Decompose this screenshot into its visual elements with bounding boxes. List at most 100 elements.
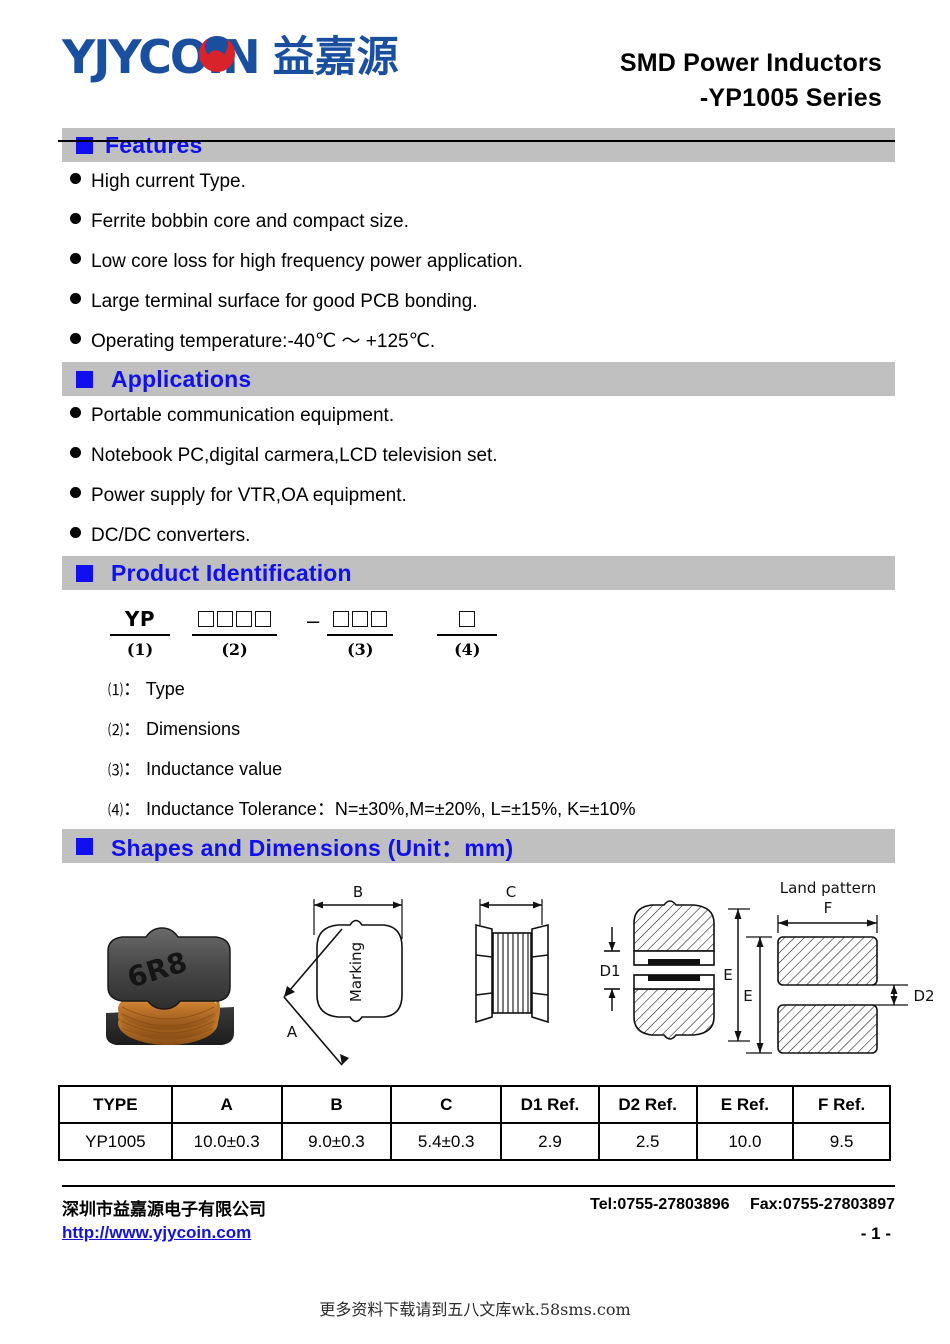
list-item: Portable communication equipment. [0, 396, 950, 436]
bottom-view-drawing: D1 E [599, 900, 750, 1042]
product-identification-heading: Product Identification [111, 559, 352, 586]
list-item: Large terminal surface for good PCB bond… [0, 282, 950, 322]
pid-group-1-slots: YP [110, 606, 170, 636]
column-header-type: TYPE [58, 1085, 173, 1124]
section-header-shapes-dimensions: Shapes and Dimensions (Unit：mm) [62, 829, 895, 863]
table-row: YP1005 10.0±0.3 9.0±0.3 5.4±0.3 2.9 2.5 … [58, 1122, 891, 1161]
shapes-dimensions-heading: Shapes and Dimensions (Unit：mm) [111, 835, 514, 861]
dimension-label-c: C [506, 883, 516, 901]
bullet-dot-icon [70, 527, 81, 538]
table-header-row: TYPE A B C D1 Ref. D2 Ref. E Ref. F Ref. [58, 1085, 891, 1124]
pid-type-code: YP [124, 606, 156, 631]
legend-index: ⑴ [108, 681, 124, 699]
application-text: DC/DC converters. [91, 525, 251, 546]
cell-f: 9.5 [792, 1122, 891, 1161]
legend-text: Type [145, 679, 185, 699]
feature-text: Ferrite bobbin core and compact size. [91, 211, 409, 232]
bullet-dot-icon [70, 173, 81, 184]
column-header-c: C [390, 1085, 503, 1124]
bullet-dot-icon [70, 487, 81, 498]
page-title: SMD Power Inductors -YP1005 Series [620, 46, 882, 116]
legend-index: ⑷ [108, 801, 124, 819]
feature-text: Low core loss for high frequency power a… [91, 251, 523, 272]
cell-d2: 2.5 [597, 1122, 698, 1161]
application-text: Power supply for VTR,OA equipment. [91, 485, 407, 506]
logo-wordmark: YJYCOIN [62, 34, 261, 80]
page-footer: 深圳市益嘉源电子有限公司 http://www.yjycoin.com Tel:… [62, 1195, 895, 1255]
dimension-label-a: A [287, 1023, 298, 1041]
legend-row: ⑷： Inductance Tolerance：N=±30%,M=±20%, L… [108, 789, 950, 829]
title-line-1: SMD Power Inductors [619, 49, 882, 77]
logo-swirl-icon [199, 36, 235, 72]
legend-index: ⑵ [108, 721, 124, 739]
pid-group-1: YP (1) [110, 606, 170, 659]
pid-box-icon [236, 610, 252, 627]
column-header-a: A [170, 1085, 283, 1124]
pid-box-icon [198, 610, 214, 627]
feature-text: Large terminal surface for good PCB bond… [91, 291, 478, 312]
pid-box-icon [459, 610, 476, 627]
column-header-e: E Ref. [695, 1085, 795, 1124]
footer-website-link[interactable]: http://www.yjycoin.com [62, 1223, 251, 1243]
cell-d1: 2.9 [500, 1122, 600, 1161]
product-photo: 6R8 [106, 927, 234, 1045]
cell-type: YP1005 [58, 1122, 173, 1161]
footer-company-name: 深圳市益嘉源电子有限公司 [62, 1200, 266, 1220]
square-bullet-icon [76, 837, 93, 855]
pid-group-2-label: (2) [221, 640, 248, 659]
title-line-2: -YP1005 Series [699, 84, 882, 112]
dimension-drawings: 6R8 B A Marking C D1 E Land pattern F E … [62, 871, 935, 1071]
legend-colon: ： [123, 759, 142, 779]
cell-a: 10.0±0.3 [170, 1122, 283, 1161]
legend-colon: ： [123, 799, 142, 819]
pid-group-3-slots [327, 606, 394, 636]
dimension-label-d1: D1 [599, 962, 620, 980]
application-text: Notebook PC,digital carmera,LCD televisi… [91, 445, 498, 466]
section-header-features: Features [62, 128, 895, 162]
pid-group-4-slots [437, 606, 498, 636]
pid-group-4-label: (4) [454, 640, 481, 659]
legend-row: ⑶： Inductance value [108, 749, 950, 789]
list-item: Notebook PC,digital carmera,LCD televisi… [0, 436, 950, 476]
bullet-dot-icon [70, 407, 81, 418]
cell-b: 9.0±0.3 [280, 1122, 393, 1161]
dimension-label-b: B [353, 883, 363, 901]
column-header-f: F Ref. [792, 1085, 891, 1124]
part-number-diagram: YP (1) (2) – (3) (4) [0, 590, 950, 659]
legend-text: Dimensions [146, 719, 241, 739]
cell-c: 5.4±0.3 [390, 1122, 503, 1161]
column-header-d1: D1 Ref. [500, 1085, 600, 1124]
feature-text: High current Type. [91, 171, 246, 192]
bullet-dot-icon [70, 447, 81, 458]
legend-row: ⑴： Type [108, 669, 950, 709]
watermark-text: 更多资料下载请到五八文库wk.58sms.com [319, 1300, 631, 1319]
section-header-product-identification: Product Identification [62, 556, 895, 590]
bullet-dot-icon [70, 293, 81, 304]
dimension-label-d2: D2 [913, 987, 934, 1005]
list-item: Ferrite bobbin core and compact size. [0, 202, 950, 242]
column-header-b: B [280, 1085, 393, 1124]
legend-index: ⑶ [108, 761, 124, 779]
square-bullet-icon [76, 564, 93, 582]
footer-fax: Fax:0755-27803897 [749, 1196, 895, 1213]
application-text: Portable communication equipment. [91, 405, 395, 426]
list-item: High current Type. [0, 162, 950, 202]
footer-page-number: - 1 - [860, 1224, 891, 1243]
list-item: DC/DC converters. [0, 516, 950, 556]
pid-separator: – [307, 608, 320, 633]
list-item: Low core loss for high frequency power a… [0, 242, 950, 282]
company-logo: YJYCOIN 益嘉源 [62, 34, 399, 80]
features-heading: Features [105, 131, 203, 158]
part-number-legend: ⑴： Type ⑵： Dimensions ⑶： Inductance valu… [0, 659, 950, 829]
dimensions-table: TYPE A B C D1 Ref. D2 Ref. E Ref. F Ref.… [58, 1085, 891, 1161]
features-list: High current Type. Ferrite bobbin core a… [0, 162, 950, 362]
pid-group-1-label: (1) [126, 640, 154, 659]
datasheet-page: YJYCOIN 益嘉源 SMD Power Inductors -YP1005 … [0, 0, 950, 1344]
column-header-d2: D2 Ref. [597, 1085, 698, 1124]
pid-box-icon [352, 610, 369, 627]
pid-group-2: (2) [192, 606, 277, 659]
footer-tel: Tel:0755-27803896 [590, 1196, 730, 1213]
top-view-drawing: B A Marking [283, 883, 403, 1066]
legend-colon: ： [123, 719, 142, 739]
list-item: Power supply for VTR,OA equipment. [0, 476, 950, 516]
